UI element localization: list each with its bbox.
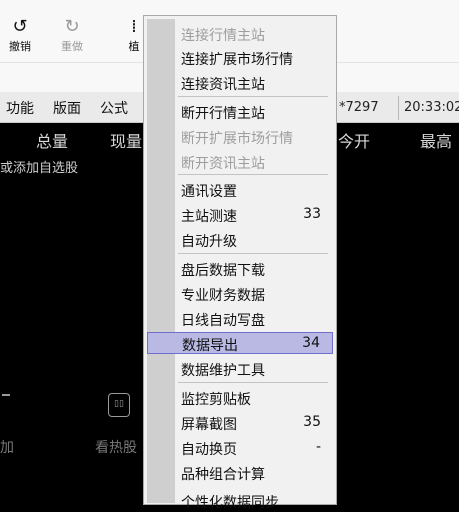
partial-toolbar-button[interactable]: ⁞ 植 bbox=[124, 16, 144, 62]
account-status: *7297 bbox=[333, 96, 399, 120]
menu-item-label: 品种组合计算 bbox=[181, 467, 265, 483]
menu-item-label: 监控剪贴板 bbox=[181, 392, 251, 408]
menu-item: 断开资讯主站 bbox=[147, 151, 333, 173]
menu-separator bbox=[178, 382, 328, 383]
menu-item-label: 个性化数据同步 bbox=[181, 495, 279, 511]
column-current-volume[interactable]: 现量 bbox=[110, 128, 142, 152]
menu-item[interactable]: 主站测速 33 bbox=[147, 204, 333, 226]
menu-formula[interactable]: 公式 bbox=[100, 98, 128, 118]
menu-item-shortcut: 33 bbox=[303, 206, 321, 222]
clock: 20:33:02 bbox=[398, 96, 459, 120]
menu-item-label: 连接扩展市场行情 bbox=[181, 52, 293, 68]
menu-item: 断开扩展市场行情 bbox=[147, 126, 333, 148]
menu-item: 连接行情主站 bbox=[147, 23, 333, 45]
hot-stock-icon[interactable]: ▯▯ bbox=[108, 393, 130, 417]
menu-item-label: 屏幕截图 bbox=[181, 417, 237, 433]
menu-item-label: 主站测速 bbox=[181, 209, 237, 225]
watchlist-hint[interactable]: 或添加自选股 bbox=[0, 157, 78, 176]
menu-separator bbox=[178, 96, 328, 97]
system-context-menu: 连接行情主站连接扩展市场行情 连接资讯主站 断开行情主站断开扩展市场行情 断开资讯主站… bbox=[143, 15, 337, 511]
menu-item-label: 断开行情主站 bbox=[181, 106, 265, 122]
menu-item-label: 连接行情主站 bbox=[181, 28, 265, 44]
menu-item-label: 通讯设置 bbox=[181, 184, 237, 200]
column-open[interactable]: 今开 bbox=[338, 128, 370, 152]
hot-stock-label[interactable]: 看热股 bbox=[95, 437, 137, 457]
menu-item[interactable]: 屏幕截图 35 bbox=[147, 412, 333, 434]
partial-icon: ⁞ bbox=[131, 16, 137, 37]
menu-separator bbox=[178, 174, 328, 175]
menu-item[interactable]: 数据维护工具 bbox=[147, 358, 333, 380]
menu-item-label: 断开扩展市场行情 bbox=[181, 131, 293, 147]
menu-item[interactable]: 日线自动写盘 bbox=[147, 308, 333, 330]
add-label[interactable]: 加 bbox=[0, 437, 14, 457]
menu-item-shortcut: 35 bbox=[303, 414, 321, 430]
menu-item-shortcut: - bbox=[315, 439, 321, 455]
menu-item[interactable]: 自动升级 bbox=[147, 229, 333, 251]
undo-label: 撤销 bbox=[9, 40, 31, 53]
menu-item-label: 日线自动写盘 bbox=[181, 313, 265, 329]
menu-item-label: 盘后数据下载 bbox=[181, 263, 265, 279]
column-total-volume[interactable]: 总量 bbox=[36, 128, 68, 152]
redo-button[interactable]: ↻ 重做 bbox=[52, 16, 92, 62]
menu-item-label: 自动升级 bbox=[181, 234, 237, 250]
undo-icon: ↺ bbox=[12, 16, 28, 37]
menu-item-shortcut: 34 bbox=[302, 335, 320, 351]
menu-item-label: 自动换页 bbox=[181, 442, 237, 458]
menu-separator bbox=[178, 253, 328, 254]
menu-item-label: 数据维护工具 bbox=[181, 363, 265, 379]
menu-item[interactable]: 通讯设置 bbox=[147, 179, 333, 201]
menu-item-label: 数据导出 bbox=[182, 338, 238, 354]
menu-item[interactable]: 连接扩展市场行情 bbox=[147, 47, 333, 69]
menu-item[interactable]: 自动换页 - bbox=[147, 437, 333, 459]
menu-item[interactable]: 品种组合计算 bbox=[147, 462, 333, 484]
column-high[interactable]: 最高 bbox=[420, 128, 452, 152]
menu-item[interactable]: 连接资讯主站 bbox=[147, 72, 333, 94]
menu-item-label: 专业财务数据 bbox=[181, 288, 265, 304]
menu-item[interactable]: 盘后数据下载 bbox=[147, 258, 333, 280]
menu-item[interactable]: 数据导出 34 bbox=[147, 332, 333, 354]
partial-button-label: 植 bbox=[128, 40, 140, 53]
menu-item[interactable]: 断开行情主站 bbox=[147, 101, 333, 123]
menu-function[interactable]: 功能 bbox=[6, 98, 34, 118]
menu-item[interactable]: 个性化数据同步 bbox=[147, 490, 333, 512]
menu-item-label: 连接资讯主站 bbox=[181, 77, 265, 93]
undo-button[interactable]: ↺ 撤销 bbox=[0, 16, 40, 62]
menu-item[interactable]: 专业财务数据 bbox=[147, 283, 333, 305]
redo-label: 重做 bbox=[61, 40, 83, 53]
menu-item[interactable]: 监控剪贴板 bbox=[147, 387, 333, 409]
menu-item-label: 断开资讯主站 bbox=[181, 156, 265, 172]
menu-layout[interactable]: 版面 bbox=[53, 98, 81, 118]
redo-icon: ↻ bbox=[64, 16, 80, 37]
dash-icon bbox=[2, 394, 10, 396]
